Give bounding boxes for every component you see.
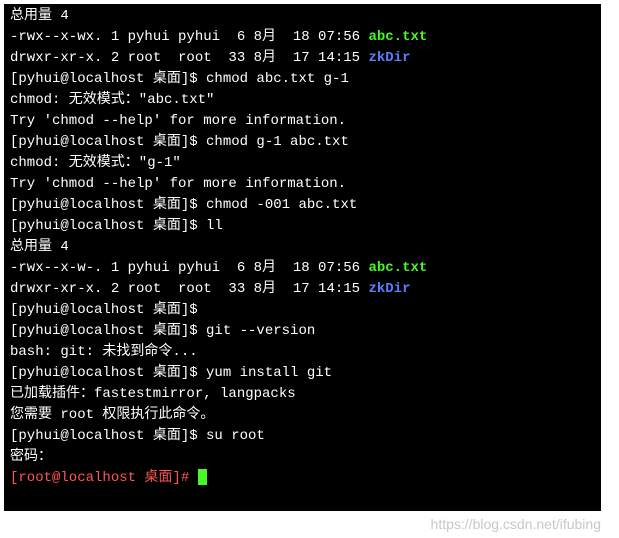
terminal-text: [pyhui@localhost 桌面]$ chmod -001 abc.txt (10, 197, 357, 213)
terminal-text: 总用量 4 (10, 8, 69, 24)
terminal-line: [pyhui@localhost 桌面]$ git --version (10, 321, 595, 342)
terminal-text: chmod: 无效模式："g-1" (10, 155, 181, 171)
terminal-line: [pyhui@localhost 桌面]$ (10, 300, 595, 321)
terminal-line: [pyhui@localhost 桌面]$ chmod abc.txt g-1 (10, 69, 595, 90)
terminal-text: abc.txt (368, 260, 427, 276)
terminal-text: [pyhui@localhost 桌面]$ yum install git (10, 365, 332, 381)
terminal-text: abc.txt (368, 29, 427, 45)
terminal-text: 总用量 4 (10, 239, 69, 255)
terminal-line: [root@localhost 桌面]# (10, 468, 595, 489)
terminal-text: Try 'chmod --help' for more information. (10, 113, 346, 129)
terminal-text: [pyhui@localhost 桌面]$ git --version (10, 323, 315, 339)
terminal-text: zkDir (368, 281, 410, 297)
terminal-line: 密码： (10, 447, 595, 468)
terminal-text: 已加载插件：fastestmirror, langpacks (10, 386, 296, 402)
terminal-line: [pyhui@localhost 桌面]$ ll (10, 216, 595, 237)
terminal-line: [pyhui@localhost 桌面]$ chmod -001 abc.txt (10, 195, 595, 216)
watermark-text: https://blog.csdn.net/ifubing (431, 516, 601, 532)
terminal-line: 已加载插件：fastestmirror, langpacks (10, 384, 595, 405)
terminal-line: drwxr-xr-x. 2 root root 33 8月 17 14:15 z… (10, 279, 595, 300)
terminal-text: drwxr-xr-x. 2 root root 33 8月 17 14:15 (10, 281, 368, 297)
terminal-text: 您需要 root 权限执行此命令。 (10, 407, 214, 423)
terminal-line: 总用量 4 (10, 6, 595, 27)
terminal-line: [pyhui@localhost 桌面]$ su root (10, 426, 595, 447)
terminal-text: [pyhui@localhost 桌面]$ chmod abc.txt g-1 (10, 71, 349, 87)
terminal-text: -rwx--x-wx. 1 pyhui pyhui 6 8月 18 07:56 (10, 29, 368, 45)
terminal-text: [pyhui@localhost 桌面]$ chmod g-1 abc.txt (10, 134, 349, 150)
terminal-line: [pyhui@localhost 桌面]$ chmod g-1 abc.txt (10, 132, 595, 153)
terminal-text: -rwx--x-w-. 1 pyhui pyhui 6 8月 18 07:56 (10, 260, 368, 276)
terminal-line: Try 'chmod --help' for more information. (10, 174, 595, 195)
terminal-line: 总用量 4 (10, 237, 595, 258)
terminal-line: -rwx--x-wx. 1 pyhui pyhui 6 8月 18 07:56 … (10, 27, 595, 48)
terminal-window[interactable]: 总用量 4 -rwx--x-wx. 1 pyhui pyhui 6 8月 18 0… (4, 4, 601, 511)
terminal-line: -rwx--x-w-. 1 pyhui pyhui 6 8月 18 07:56 … (10, 258, 595, 279)
terminal-text: bash: git: 未找到命令... (10, 344, 198, 360)
terminal-line: chmod: 无效模式："g-1" (10, 153, 595, 174)
terminal-text: [pyhui@localhost 桌面]$ (10, 302, 206, 318)
terminal-line: 您需要 root 权限执行此命令。 (10, 405, 595, 426)
terminal-line: chmod: 无效模式："abc.txt" (10, 90, 595, 111)
terminal-text: chmod: 无效模式："abc.txt" (10, 92, 214, 108)
terminal-line: [pyhui@localhost 桌面]$ yum install git (10, 363, 595, 384)
terminal-text: [root@localhost 桌面]# (10, 470, 198, 486)
terminal-line: bash: git: 未找到命令... (10, 342, 595, 363)
terminal-line: drwxr-xr-x. 2 root root 33 8月 17 14:15 z… (10, 48, 595, 69)
cursor-block (198, 469, 207, 485)
terminal-text: 密码： (10, 449, 52, 465)
terminal-text: Try 'chmod --help' for more information. (10, 176, 346, 192)
terminal-line: Try 'chmod --help' for more information. (10, 111, 595, 132)
terminal-text: [pyhui@localhost 桌面]$ su root (10, 428, 265, 444)
terminal-text: drwxr-xr-x. 2 root root 33 8月 17 14:15 (10, 50, 368, 66)
terminal-text: zkDir (368, 50, 410, 66)
terminal-text: [pyhui@localhost 桌面]$ ll (10, 218, 223, 234)
